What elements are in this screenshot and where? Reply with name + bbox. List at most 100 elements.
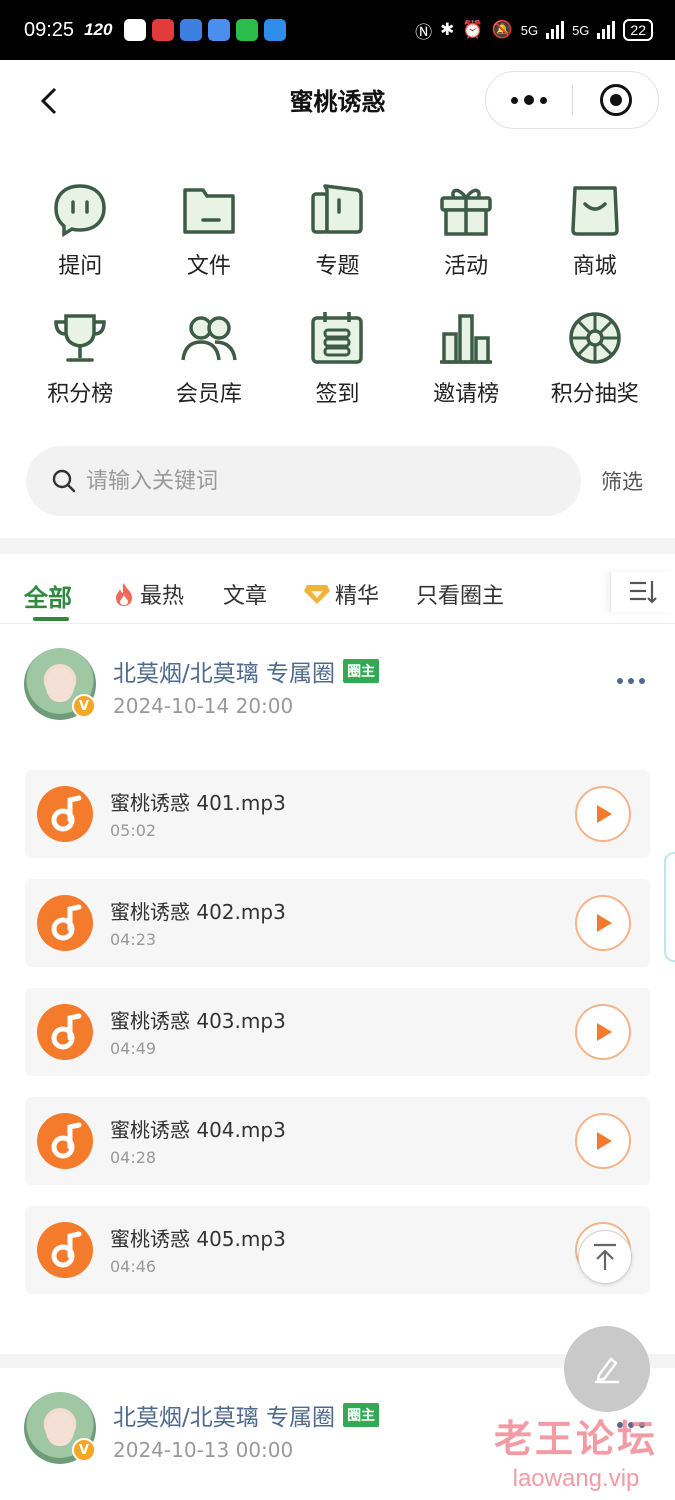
search-bar[interactable]	[26, 446, 581, 516]
calendar-checkin-icon	[305, 306, 369, 370]
members-icon	[177, 306, 241, 370]
more-menu-button[interactable]	[486, 72, 572, 128]
audio-item[interactable]: 蜜桃诱惑 402.mp3 04:23	[25, 879, 650, 967]
tab-owner-only[interactable]: 只看圈主	[416, 578, 504, 610]
post-date: 2024-10-14 20:00	[113, 694, 294, 718]
post-author[interactable]: 北莫烟/北莫璃 专属圈 圈主	[113, 1398, 380, 1432]
bar-chart-icon	[434, 306, 498, 370]
tab-label: 文章	[223, 584, 268, 609]
menu-item-invite-rank[interactable]: 邀请榜	[402, 306, 531, 408]
menu-item-members[interactable]: 会员库	[145, 306, 274, 408]
menu-item-mall[interactable]: 商城	[530, 178, 659, 280]
audio-duration: 04:49	[110, 1039, 157, 1058]
sort-icon	[630, 581, 657, 604]
status-time: 09:25	[24, 18, 75, 41]
music-note-icon	[37, 1004, 93, 1060]
section-divider	[0, 538, 675, 554]
play-button[interactable]	[575, 1004, 631, 1060]
app-red-icon	[152, 19, 175, 41]
sort-button[interactable]	[610, 572, 675, 612]
tab-featured[interactable]: 精华	[303, 578, 379, 610]
play-icon	[597, 805, 612, 823]
active-tab-indicator	[33, 617, 69, 621]
tab-label: 只看圈主	[416, 584, 505, 609]
qq-icon	[124, 19, 147, 41]
audio-name: 蜜桃诱惑 401.mp3	[110, 791, 286, 815]
alarm-icon: ⏰	[462, 20, 484, 39]
back-to-top-button[interactable]	[578, 1230, 632, 1284]
play-button[interactable]	[575, 895, 631, 951]
network-type-1: 5G	[520, 22, 539, 38]
owner-tag: 圈主	[343, 659, 380, 683]
avatar-face	[46, 1412, 74, 1446]
topic-book-icon	[305, 178, 369, 242]
menu-label: 活动	[444, 254, 489, 279]
miniprogram-capsule	[485, 71, 659, 129]
audio-duration: 05:02	[110, 821, 157, 840]
avatar-face	[46, 668, 74, 702]
network-type-2: 5G	[572, 22, 590, 38]
status-bar: 09:25 120 Ⓝ ✱ ⏰ 🔕 5G 5G 22	[0, 0, 675, 60]
menu-label: 专题	[315, 254, 360, 279]
menu-label: 提问	[58, 254, 103, 279]
post-date: 2024-10-13 00:00	[113, 1438, 294, 1462]
signal-icon	[546, 21, 565, 39]
audio-duration: 04:23	[110, 930, 157, 949]
play-button[interactable]	[575, 786, 631, 842]
avatar[interactable]: V	[24, 648, 96, 720]
menu-label: 积分抽奖	[550, 382, 639, 407]
owner-tag: 圈主	[343, 1403, 380, 1427]
pencil-icon	[594, 1357, 620, 1384]
wechat-icon	[236, 19, 259, 41]
menu-item-files[interactable]: 文件	[145, 178, 274, 280]
audio-item[interactable]: 蜜桃诱惑 404.mp3 04:28	[25, 1097, 650, 1185]
watermark: 老王论坛 laowang.vip	[486, 1408, 666, 1493]
notification-icons	[124, 19, 287, 41]
search-input[interactable]	[86, 468, 506, 494]
author-name: 北莫烟/北莫璃 专属圈	[113, 1405, 336, 1431]
play-icon	[597, 914, 612, 932]
author-name: 北莫烟/北莫璃 专属圈	[113, 661, 336, 687]
app-paw-icon	[208, 19, 231, 41]
post-header: V 北莫烟/北莫璃 专属圈 圈主 2024-10-14 20:00	[24, 648, 654, 728]
nfc-icon: Ⓝ	[415, 22, 433, 42]
menu-item-topics[interactable]: 专题	[273, 178, 402, 280]
menu-label: 会员库	[175, 382, 242, 407]
post-more-button[interactable]	[617, 678, 645, 684]
menu-item-activity[interactable]: 活动	[402, 178, 531, 280]
music-note-icon	[37, 786, 93, 842]
nav-bar: 蜜桃诱惑	[0, 60, 675, 140]
avatar[interactable]: V	[24, 1392, 96, 1464]
tab-all[interactable]: 全部	[24, 578, 72, 613]
watermark-url: laowang.vip	[512, 1465, 640, 1492]
tab-articles[interactable]: 文章	[223, 578, 267, 610]
app-blue-icon	[264, 19, 287, 41]
audio-name: 蜜桃诱惑 403.mp3	[110, 1009, 286, 1033]
menu-item-points-rank[interactable]: 积分榜	[16, 306, 145, 408]
verified-badge: V	[72, 1438, 96, 1462]
audio-item[interactable]: 蜜桃诱惑 401.mp3 05:02	[25, 770, 650, 858]
menu-label: 邀请榜	[433, 382, 500, 407]
audio-item[interactable]: 蜜桃诱惑 405.mp3 04:46	[25, 1206, 650, 1294]
audio-duration: 04:46	[110, 1257, 157, 1276]
audio-item[interactable]: 蜜桃诱惑 403.mp3 04:49	[25, 988, 650, 1076]
arrow-up-icon	[594, 1243, 616, 1270]
menu-item-question[interactable]: 提问	[16, 178, 145, 280]
filter-button[interactable]: 筛选	[601, 466, 643, 496]
menu-item-checkin[interactable]: 签到	[273, 306, 402, 408]
play-icon	[597, 1023, 612, 1041]
audio-duration: 04:28	[110, 1148, 157, 1167]
music-note-icon	[37, 1222, 93, 1278]
tab-hot[interactable]: 最热	[112, 578, 184, 610]
post-author[interactable]: 北莫烟/北莫璃 专属圈 圈主	[113, 654, 380, 688]
menu-item-lottery[interactable]: 积分抽奖	[530, 306, 659, 408]
menu-label: 商城	[572, 254, 617, 279]
tab-label: 全部	[24, 584, 72, 612]
close-miniprogram-button[interactable]	[573, 72, 658, 128]
shopping-bag-icon	[563, 178, 627, 242]
watermark-text: 老王论坛	[493, 1417, 658, 1461]
side-drawer-handle[interactable]	[664, 852, 675, 962]
play-button[interactable]	[575, 1113, 631, 1169]
gift-icon	[434, 178, 498, 242]
lottery-wheel-icon	[563, 306, 627, 370]
